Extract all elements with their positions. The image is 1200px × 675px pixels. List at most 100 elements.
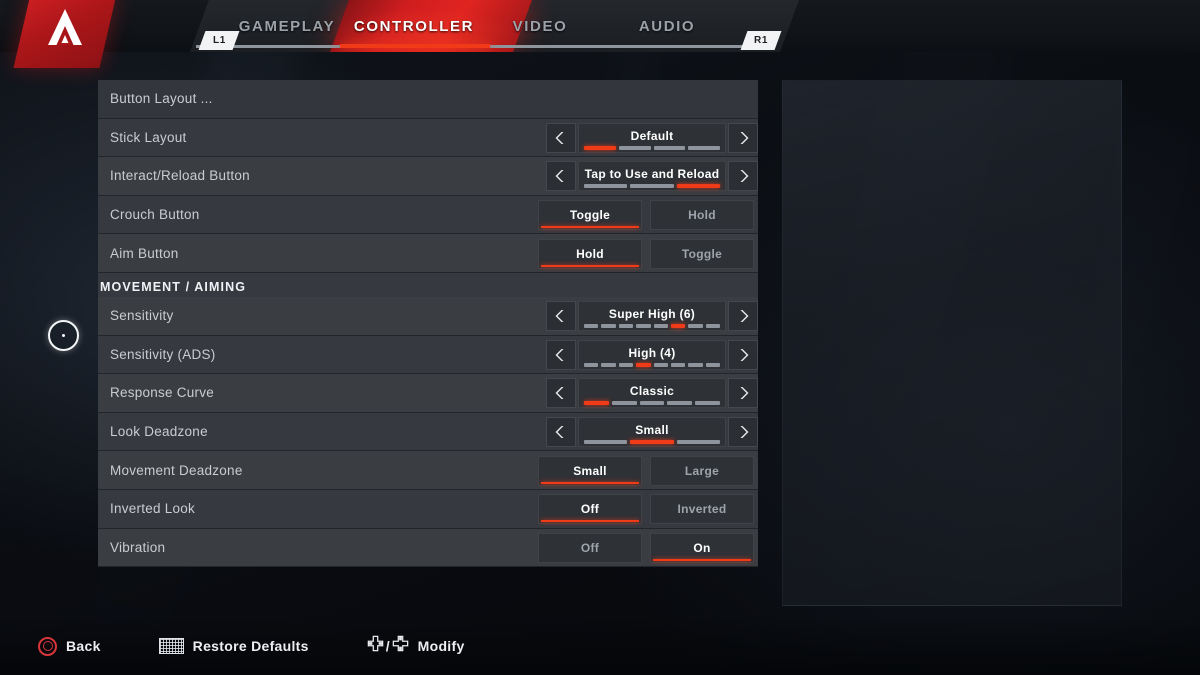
spinner-segment <box>705 362 720 367</box>
chevron-left-icon[interactable] <box>546 301 576 332</box>
option-off[interactable]: Off <box>538 532 642 563</box>
option-on[interactable]: On <box>650 532 754 563</box>
setting-row-aim-button[interactable]: Aim Button Hold Toggle <box>98 234 758 273</box>
footer-action-bar: Back Restore Defaults / Modify <box>0 617 1200 675</box>
spinner-segment <box>618 324 634 329</box>
toggle-pair: Toggle Hold <box>538 200 758 231</box>
option-small[interactable]: Small <box>538 455 642 486</box>
setting-control-spinner: Classic <box>546 374 758 413</box>
spinner-segment <box>676 184 720 189</box>
spinner-interact-reload-button[interactable]: Tap to Use and Reload <box>578 161 726 192</box>
toggle-pair: Off Inverted <box>538 494 758 525</box>
section-header-label: MOVEMENT / AIMING <box>100 279 247 294</box>
setting-label: Look Deadzone <box>110 424 208 440</box>
spinner-segment <box>695 401 720 406</box>
spinner-segment <box>611 401 637 406</box>
setting-label: Inverted Look <box>110 501 196 517</box>
tab-list: GAMEPLAY CONTROLLER VIDEO AUDIO <box>0 0 1200 52</box>
toggle-pair: Off On <box>538 532 758 563</box>
circle-button-icon <box>38 636 57 656</box>
setting-control-toggle-pair: Off Inverted <box>538 490 758 529</box>
option-hold[interactable]: Hold <box>538 238 642 269</box>
setting-control-spinner: High (4) <box>546 336 758 375</box>
setting-row-interact-reload-button[interactable]: Interact/Reload Button Tap to Use and Rel… <box>98 157 758 196</box>
option-large[interactable]: Large <box>650 455 754 486</box>
dpad-icon-group: / <box>367 635 409 657</box>
chevron-right-icon[interactable] <box>728 378 758 409</box>
chevron-right-icon[interactable] <box>728 301 758 332</box>
setting-control-spinner: Small <box>546 413 758 452</box>
setting-control-spinner: Default <box>546 119 758 158</box>
spinner-segment-track <box>584 184 720 189</box>
setting-row-vibration[interactable]: Vibration Off On <box>98 528 758 568</box>
spinner-segment-track <box>584 362 720 367</box>
footer-action-restore-defaults[interactable]: Restore Defaults <box>158 638 309 654</box>
active-tab-underline <box>340 44 490 48</box>
spinner-value: Classic <box>629 384 675 399</box>
option-off[interactable]: Off <box>538 494 642 525</box>
chevron-right-icon[interactable] <box>728 122 758 153</box>
spinner-sensitivity-ads[interactable]: High (4) <box>578 339 726 370</box>
chevron-left-icon[interactable] <box>546 339 576 370</box>
setting-label: Sensitivity <box>110 308 174 324</box>
spinner-stick-layout[interactable]: Default <box>578 122 726 153</box>
spinner-value: Super High (6) <box>608 307 696 322</box>
footer-action-modify[interactable]: / Modify <box>367 635 465 657</box>
tab-audio[interactable]: AUDIO <box>587 0 747 52</box>
setting-row-crouch-button[interactable]: Crouch Button Toggle Hold <box>98 195 758 235</box>
chevron-right-icon[interactable] <box>728 417 758 448</box>
spinner-sensitivity[interactable]: Super High (6) <box>578 301 726 332</box>
setting-row-button-layout[interactable]: Button Layout ... <box>98 80 758 119</box>
spinner-value: Tap to Use and Reload <box>584 167 720 182</box>
spinner-segment <box>601 324 616 329</box>
bumper-l1-button[interactable]: L1 <box>198 31 240 50</box>
spinner-segment <box>653 145 686 150</box>
setting-row-inverted-look[interactable]: Inverted Look Off Inverted <box>98 489 758 529</box>
setting-control-toggle-pair: Small Large <box>538 451 758 490</box>
spinner-segment <box>584 184 628 189</box>
spinner-segment <box>636 362 651 367</box>
setting-row-sensitivity[interactable]: Sensitivity Super High (6) <box>98 296 758 336</box>
setting-label: Button Layout ... <box>110 91 213 107</box>
settings-screen: GAMEPLAY CONTROLLER VIDEO AUDIO L1 R1 Butto… <box>0 0 1200 675</box>
bumper-r1-button[interactable]: R1 <box>740 31 782 50</box>
setting-row-sensitivity-ads[interactable]: Sensitivity (ADS) High (4) <box>98 335 758 375</box>
chevron-right-icon[interactable] <box>728 339 758 370</box>
setting-label: Response Curve <box>110 385 215 401</box>
footer-action-label: Back <box>66 638 101 654</box>
setting-label: Aim Button <box>110 245 179 261</box>
spinner-response-curve[interactable]: Classic <box>578 378 726 409</box>
spinner-segment <box>670 362 686 367</box>
footer-action-label: Restore Defaults <box>192 638 309 654</box>
bumper-r1-label: R1 <box>754 35 768 46</box>
setting-label: Stick Layout <box>110 129 187 145</box>
chevron-left-icon[interactable] <box>546 161 576 192</box>
footer-action-back[interactable]: Back <box>38 636 101 656</box>
option-toggle[interactable]: Toggle <box>650 238 754 269</box>
chevron-left-icon[interactable] <box>546 417 576 448</box>
spinner-segment <box>630 440 674 445</box>
spinner-segment <box>639 401 665 406</box>
chevron-left-icon[interactable] <box>546 122 576 153</box>
option-inverted[interactable]: Inverted <box>650 494 754 525</box>
spinner-segment <box>601 362 616 367</box>
setting-control-toggle-pair: Off On <box>538 529 758 568</box>
setting-label: Vibration <box>110 539 166 555</box>
setting-label: Interact/Reload Button <box>110 168 250 184</box>
spinner-segment <box>653 324 668 329</box>
option-toggle[interactable]: Toggle <box>538 200 642 231</box>
spinner-segment <box>618 362 634 367</box>
spinner-segment <box>630 184 674 189</box>
setting-row-response-curve[interactable]: Response Curve Classic <box>98 374 758 413</box>
setting-row-stick-layout[interactable]: Stick Layout Default <box>98 118 758 158</box>
option-hold[interactable]: Hold <box>650 200 754 231</box>
setting-row-look-deadzone[interactable]: Look Deadzone Small <box>98 412 758 452</box>
spinner-segment <box>618 145 651 150</box>
chevron-right-icon[interactable] <box>728 161 758 192</box>
chevron-left-icon[interactable] <box>546 378 576 409</box>
spinner-segment <box>584 324 599 329</box>
spinner-look-deadzone[interactable]: Small <box>578 417 726 448</box>
section-header-movement-aiming: MOVEMENT / AIMING <box>98 272 758 297</box>
setting-row-movement-deadzone[interactable]: Movement Deadzone Small Large <box>98 451 758 490</box>
bumper-l1-label: L1 <box>212 35 226 46</box>
